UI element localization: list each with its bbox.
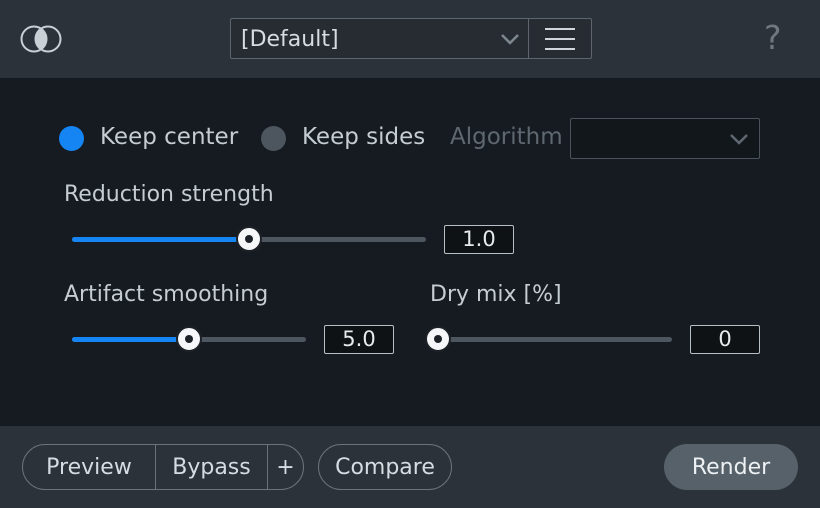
algorithm-label: Algorithm [450,124,563,150]
reduction-strength-slider[interactable] [72,226,426,252]
slider-thumb[interactable] [176,326,202,352]
chevron-down-icon [501,34,519,45]
keep-center-label[interactable]: Keep center [100,124,238,150]
overlapping-circles-icon[interactable] [19,24,63,54]
artifact-smoothing-slider[interactable] [72,326,306,352]
algorithm-select[interactable] [570,118,760,159]
slider-thumb[interactable] [236,226,262,252]
render-button[interactable]: Render [664,444,798,490]
settings-panel: Keep center Keep sides Algorithm Reducti… [0,78,820,426]
preview-bypass-group: Preview Bypass + [22,444,304,490]
artifact-smoothing-value[interactable]: 5.0 [324,325,394,354]
reduction-strength-value[interactable]: 1.0 [444,225,514,254]
help-icon[interactable]: ? [764,18,782,57]
header-bar: [Default] ? [0,0,820,78]
keep-sides-label[interactable]: Keep sides [302,124,425,150]
artifact-smoothing-label: Artifact smoothing [64,282,269,307]
dry-mix-slider[interactable] [425,326,672,352]
hamburger-icon [545,28,575,30]
footer-bar: Preview Bypass + Compare Render [0,426,820,508]
preview-button[interactable]: Preview [23,445,156,489]
compare-button[interactable]: Compare [318,444,452,490]
dry-mix-value[interactable]: 0 [690,325,760,354]
reduction-strength-label: Reduction strength [64,182,274,207]
slider-fill [72,237,249,242]
add-compare-button[interactable]: + [268,445,303,489]
keep-sides-radio[interactable] [261,126,286,151]
dry-mix-label: Dry mix [%] [430,282,562,307]
preset-dropdown[interactable]: [Default] [231,19,529,58]
preset-value: [Default] [241,27,339,52]
chevron-down-icon [730,134,748,145]
keep-center-radio[interactable] [59,126,84,151]
slider-thumb[interactable] [425,326,451,352]
preset-menu-button[interactable] [529,19,591,58]
slider-fill [72,337,189,342]
bypass-button[interactable]: Bypass [156,445,268,489]
preset-selector: [Default] [230,18,592,59]
